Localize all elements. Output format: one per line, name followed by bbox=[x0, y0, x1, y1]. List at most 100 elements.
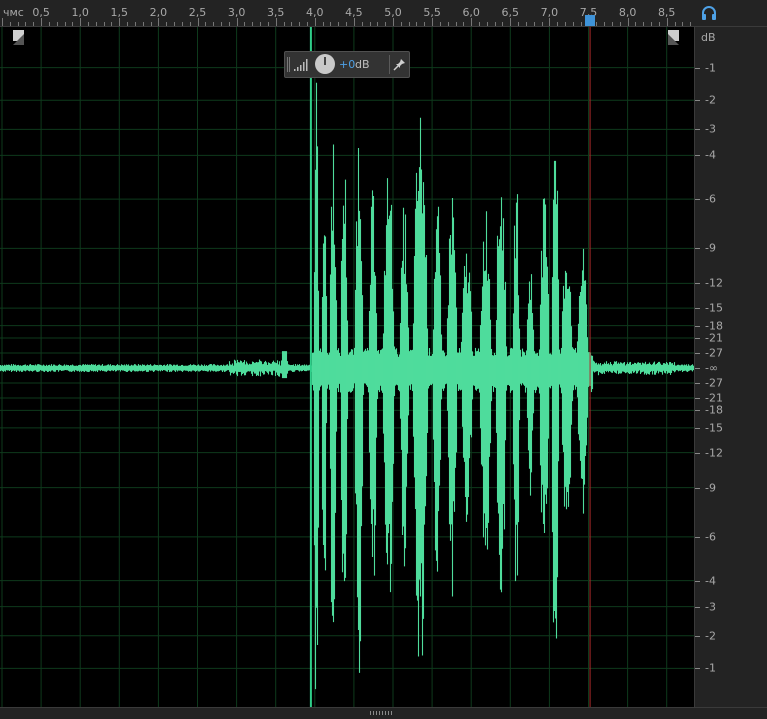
time-ruler-tick bbox=[432, 18, 434, 26]
time-ruler-tick bbox=[56, 22, 58, 26]
amplitude-ruler-unit: dB bbox=[701, 31, 716, 44]
waveform-display[interactable] bbox=[0, 27, 694, 707]
amplitude-ruler-label: -4 bbox=[705, 574, 716, 588]
amplitude-ruler-tick bbox=[695, 383, 700, 385]
amplitude-ruler-tick bbox=[695, 427, 700, 429]
amplitude-ruler-label: -9 bbox=[705, 241, 716, 255]
time-ruler-tick bbox=[541, 22, 543, 26]
amplitude-ruler-label: -18 bbox=[705, 403, 723, 417]
time-ruler-tick bbox=[580, 22, 582, 26]
gain-value[interactable]: +0 bbox=[339, 58, 355, 71]
time-ruler-tick bbox=[565, 22, 567, 26]
time-ruler-tick bbox=[627, 18, 629, 26]
time-ruler-tick bbox=[236, 18, 238, 26]
time-ruler-tick bbox=[119, 18, 121, 26]
time-ruler-tick bbox=[604, 22, 606, 26]
time-ruler-tick bbox=[690, 22, 692, 26]
time-ruler-tick bbox=[400, 22, 402, 26]
zoom-out-corner-icon[interactable] bbox=[668, 30, 679, 45]
time-ruler-tick bbox=[596, 22, 598, 26]
amplitude-ruler-tick bbox=[695, 668, 700, 670]
time-ruler-tick bbox=[197, 18, 199, 26]
amplitude-ruler-label: -1 bbox=[705, 61, 716, 75]
time-ruler-tick bbox=[322, 22, 324, 26]
time-ruler-tick bbox=[205, 22, 207, 26]
time-ruler-tick bbox=[455, 22, 457, 26]
time-ruler-tick bbox=[33, 22, 35, 26]
time-ruler-tick bbox=[635, 22, 637, 26]
time-ruler-label: 4,5 bbox=[345, 6, 363, 19]
time-ruler-tick bbox=[408, 22, 410, 26]
time-ruler-tick bbox=[377, 22, 379, 26]
time-ruler-tick bbox=[346, 22, 348, 26]
time-ruler-tick bbox=[2, 18, 3, 26]
amplitude-ruler-tick bbox=[695, 606, 700, 608]
time-ruler-tick bbox=[439, 22, 441, 26]
amplitude-ruler-tick bbox=[695, 398, 700, 400]
time-ruler-tick bbox=[158, 18, 160, 26]
scroll-grip-icon[interactable] bbox=[369, 710, 395, 716]
time-ruler-tick bbox=[111, 22, 113, 26]
amplitude-ruler-tick bbox=[695, 580, 700, 582]
amplitude-ruler-tick bbox=[695, 283, 700, 285]
time-ruler-tick bbox=[510, 18, 512, 26]
time-ruler-tick bbox=[299, 22, 301, 26]
hud-drag-grip-icon[interactable] bbox=[287, 56, 291, 73]
headphones-icon[interactable] bbox=[701, 6, 717, 20]
time-ruler-label: 0,5 bbox=[32, 6, 50, 19]
time-ruler[interactable]: чмс 0,5 1,0 1,5 2,0 2,5 3,0 3,5 4,0 4,5 5,0 5,5 6,0… bbox=[0, 0, 767, 27]
time-ruler-tick bbox=[619, 22, 621, 26]
time-ruler-tick bbox=[353, 18, 355, 26]
time-ruler-tick bbox=[267, 22, 269, 26]
time-ruler-label: 3,5 bbox=[266, 6, 285, 19]
time-ruler-tick bbox=[533, 22, 535, 26]
amplitude-ruler-tick bbox=[695, 452, 700, 454]
time-ruler-tick bbox=[41, 18, 43, 26]
time-ruler-tick bbox=[244, 22, 246, 26]
amplitude-ruler-label: -15 bbox=[705, 421, 723, 435]
amplitude-ruler-tick bbox=[695, 352, 700, 354]
amplitude-ruler[interactable]: dB -1 -2 -3 -4 -6 -9 -12 -15 -18 -21 -27 -∞ -27 -21 -1… bbox=[694, 27, 767, 707]
gain-unit: dB bbox=[355, 58, 370, 71]
time-ruler-tick bbox=[189, 22, 191, 26]
time-ruler-tick bbox=[64, 22, 66, 26]
time-ruler-label: 7,0 bbox=[540, 6, 559, 19]
time-ruler-tick bbox=[283, 22, 285, 26]
time-ruler-label: 8,0 bbox=[618, 6, 637, 19]
amplitude-ruler-label: -4 bbox=[705, 148, 716, 162]
time-ruler-tick bbox=[666, 18, 668, 26]
time-ruler-tick bbox=[651, 22, 653, 26]
waveform-editor[interactable] bbox=[0, 27, 694, 707]
amplitude-ruler-label: -15 bbox=[705, 301, 723, 315]
time-ruler-tick bbox=[471, 18, 473, 26]
time-ruler-tick bbox=[557, 22, 559, 26]
time-ruler-tick bbox=[463, 22, 465, 26]
time-ruler-tick bbox=[142, 22, 144, 26]
playhead-handle-icon[interactable] bbox=[585, 15, 596, 26]
gain-knob[interactable] bbox=[315, 54, 335, 74]
time-ruler-tick bbox=[369, 22, 371, 26]
amplitude-ruler-tick bbox=[695, 337, 700, 339]
time-ruler-tick bbox=[134, 22, 136, 26]
time-ruler-label: 2,0 bbox=[149, 6, 168, 19]
amplitude-ruler-label: -27 bbox=[705, 346, 723, 360]
time-ruler-label: 1,5 bbox=[110, 6, 129, 19]
zoom-in-corner-icon[interactable] bbox=[13, 30, 24, 45]
time-ruler-tick bbox=[486, 22, 488, 26]
time-ruler-tick bbox=[658, 22, 660, 26]
gain-hud[interactable]: +0 dB bbox=[284, 51, 410, 78]
time-ruler-tick bbox=[502, 22, 504, 26]
time-ruler-label: 6,5 bbox=[501, 6, 520, 19]
horizontal-scrollbar[interactable] bbox=[0, 707, 767, 719]
time-ruler-tick bbox=[518, 22, 520, 26]
time-ruler-tick bbox=[611, 22, 613, 26]
amplitude-ruler-tick bbox=[695, 487, 700, 489]
amplitude-ruler-label: -1 bbox=[705, 661, 716, 675]
pin-icon[interactable] bbox=[393, 58, 406, 71]
time-ruler-tick bbox=[252, 22, 254, 26]
time-ruler-tick bbox=[275, 18, 277, 26]
amplitude-ruler-label: -12 bbox=[705, 276, 723, 290]
amplitude-ruler-tick bbox=[695, 536, 700, 538]
amplitude-ruler-label: -27 bbox=[705, 376, 723, 390]
time-ruler-label: 6,0 bbox=[462, 6, 480, 19]
